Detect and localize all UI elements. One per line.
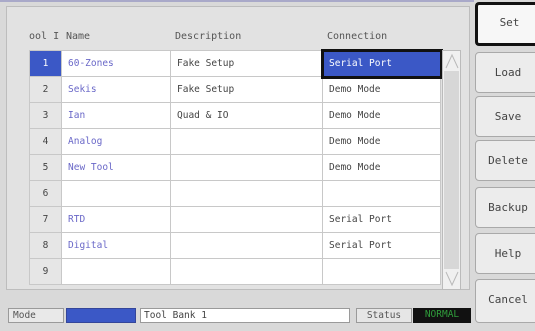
header-connection: Connection — [327, 31, 388, 42]
row-index: 4 — [29, 128, 62, 155]
cancel-button[interactable]: Cancel — [475, 279, 535, 323]
status-value: NORMAL — [413, 308, 471, 323]
save-button[interactable]: Save — [475, 96, 535, 137]
backup-button[interactable]: Backup — [475, 187, 535, 228]
scroll-down-arrow-icon[interactable] — [445, 271, 459, 287]
row-description[interactable] — [170, 154, 323, 181]
set-button[interactable]: Set — [475, 2, 535, 46]
table-row[interactable]: 1 60-Zones Fake Setup Serial Port — [29, 48, 443, 79]
row-name[interactable]: Sekis — [61, 76, 171, 103]
row-connection[interactable]: Demo Mode — [322, 76, 441, 103]
vertical-scrollbar[interactable] — [442, 50, 461, 290]
status-label: Status — [356, 308, 412, 323]
header-description: Description — [175, 31, 242, 42]
row-index: 6 — [29, 180, 62, 207]
load-button[interactable]: Load — [475, 52, 535, 93]
row-connection[interactable]: Demo Mode — [322, 102, 441, 129]
row-index: 1 — [29, 50, 62, 77]
top-accent-line — [0, 0, 474, 2]
row-index: 5 — [29, 154, 62, 181]
scrollbar-thumb[interactable] — [444, 71, 459, 269]
row-index: 9 — [29, 258, 62, 285]
help-button[interactable]: Help — [475, 233, 535, 274]
row-connection[interactable] — [322, 180, 441, 207]
tool-bank-field: Tool Bank 1 — [140, 308, 350, 323]
table-row[interactable]: 6 — [29, 180, 441, 207]
mode-label: Mode — [8, 308, 64, 323]
row-name[interactable]: Digital — [61, 232, 171, 259]
row-description[interactable] — [170, 180, 323, 207]
row-connection[interactable]: Serial Port — [322, 206, 441, 233]
header-name: Name — [66, 31, 91, 42]
row-name[interactable]: Ian — [61, 102, 171, 129]
row-name[interactable]: RTD — [61, 206, 171, 233]
row-description[interactable]: Fake Setup — [170, 76, 323, 103]
tool-table: 1 60-Zones Fake Setup Serial Port 2 Seki… — [29, 48, 443, 285]
row-index: 8 — [29, 232, 62, 259]
row-index: 7 — [29, 206, 62, 233]
row-name[interactable] — [61, 258, 171, 285]
row-description[interactable] — [170, 232, 323, 259]
row-description[interactable]: Quad & IO — [170, 102, 323, 129]
row-connection[interactable]: Serial Port — [320, 48, 443, 79]
row-description[interactable] — [170, 258, 323, 285]
row-index: 2 — [29, 76, 62, 103]
table-row[interactable]: 9 — [29, 258, 441, 285]
row-connection[interactable]: Serial Port — [322, 232, 441, 259]
row-name[interactable] — [61, 180, 171, 207]
row-index: 3 — [29, 102, 62, 129]
row-description[interactable] — [170, 128, 323, 155]
table-row[interactable]: 2 Sekis Fake Setup Demo Mode — [29, 76, 441, 103]
scroll-up-arrow-icon[interactable] — [445, 53, 459, 69]
status-bar: Mode Tool Bank 1 Status NORMAL — [6, 308, 471, 326]
table-row[interactable]: 5 New Tool Demo Mode — [29, 154, 441, 181]
row-connection[interactable] — [322, 258, 441, 285]
mode-indicator — [66, 308, 136, 323]
row-name[interactable]: 60-Zones — [61, 50, 171, 77]
delete-button[interactable]: Delete — [475, 140, 535, 181]
table-row[interactable]: 7 RTD Serial Port — [29, 206, 441, 233]
row-connection[interactable]: Demo Mode — [322, 154, 441, 181]
header-index: ool I — [29, 31, 60, 42]
table-row[interactable]: 8 Digital Serial Port — [29, 232, 441, 259]
table-header: ool I Name Description Connection — [29, 31, 439, 45]
row-name[interactable]: New Tool — [61, 154, 171, 181]
table-row[interactable]: 4 Analog Demo Mode — [29, 128, 441, 155]
row-name[interactable]: Analog — [61, 128, 171, 155]
tool-list-panel: ool I Name Description Connection 1 60-Z… — [6, 6, 470, 290]
table-row[interactable]: 3 Ian Quad & IO Demo Mode — [29, 102, 441, 129]
row-connection[interactable]: Demo Mode — [322, 128, 441, 155]
row-description[interactable]: Fake Setup — [170, 50, 323, 77]
row-description[interactable] — [170, 206, 323, 233]
